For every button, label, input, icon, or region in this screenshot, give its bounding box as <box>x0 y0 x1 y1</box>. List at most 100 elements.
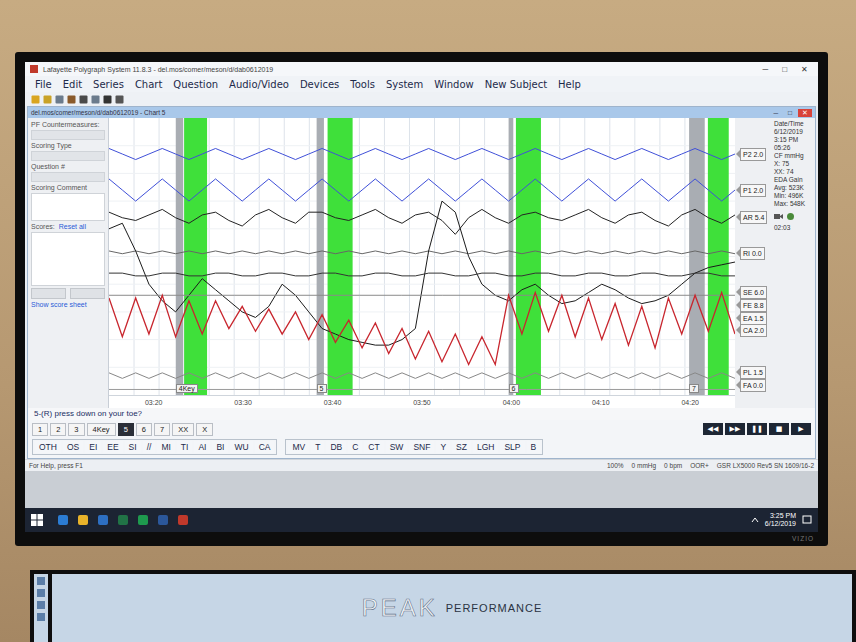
playback-button[interactable]: ▶▶ <box>725 423 745 435</box>
score-code-button[interactable]: SI <box>125 441 141 453</box>
score-code-button[interactable]: EI <box>85 441 101 453</box>
desktop-icon[interactable] <box>37 589 45 597</box>
menu-item[interactable]: Audio/Video <box>229 79 289 90</box>
series-tab[interactable]: X <box>196 423 213 436</box>
audio-icon[interactable] <box>786 212 795 221</box>
menu-item[interactable]: Series <box>93 79 124 90</box>
toolbar-icon[interactable] <box>91 95 100 104</box>
notification-icon[interactable] <box>802 515 812 525</box>
menu-item[interactable]: New Subject <box>485 79 547 90</box>
score-code-button[interactable]: C <box>348 441 362 453</box>
clock[interactable]: 3:25 PM6/12/2019 <box>765 512 796 529</box>
score-code-button[interactable]: OS <box>63 441 83 453</box>
menu-item[interactable]: Tools <box>350 79 375 90</box>
taskbar-app-icon[interactable] <box>97 514 109 526</box>
tray-chevron-icon[interactable] <box>751 516 759 524</box>
score-code-button[interactable]: MI <box>157 441 174 453</box>
score-code-button[interactable]: MV <box>288 441 309 453</box>
taskbar-app-icon[interactable] <box>57 514 69 526</box>
toolbar-icon[interactable] <box>67 95 76 104</box>
score-code-button[interactable]: BI <box>212 441 228 453</box>
channel-label[interactable]: CA 2.0 <box>740 324 767 337</box>
window-control[interactable]: ✕ <box>795 65 814 74</box>
menu-item[interactable]: System <box>386 79 423 90</box>
window-control[interactable]: □ <box>776 65 793 74</box>
window-control[interactable]: ✕ <box>798 109 812 117</box>
toolbar-icon[interactable] <box>31 95 40 104</box>
channel-label[interactable]: FA 0.0 <box>740 379 766 392</box>
channel-label[interactable]: AR 5.4 <box>740 211 767 224</box>
series-tab[interactable]: XX <box>172 423 194 436</box>
playback-button[interactable]: ■ <box>769 423 789 435</box>
toolbar-icon[interactable] <box>103 95 112 104</box>
menu-item[interactable]: Chart <box>135 79 162 90</box>
toolbar-icon[interactable] <box>115 95 124 104</box>
window-control[interactable]: ─ <box>756 65 774 74</box>
series-tab[interactable]: 6 <box>136 423 152 436</box>
desktop-icon[interactable] <box>37 577 45 585</box>
taskbar-app-icon[interactable] <box>177 514 189 526</box>
toolbar-icon[interactable] <box>43 95 52 104</box>
score-code-button[interactable]: CA <box>255 441 275 453</box>
menu-item[interactable]: Help <box>558 79 581 90</box>
score-code-button[interactable]: Y <box>436 441 450 453</box>
toolbar-icon[interactable] <box>55 95 64 104</box>
reset-link[interactable]: Reset all <box>59 223 86 230</box>
menu-item[interactable]: Window <box>434 79 473 90</box>
series-tab[interactable]: 3 <box>68 423 84 436</box>
playback-button[interactable]: ▶ <box>791 423 811 435</box>
score-code-button[interactable]: TI <box>177 441 193 453</box>
score-code-button[interactable]: SZ <box>452 441 471 453</box>
series-tab[interactable]: 2 <box>50 423 66 436</box>
score-button[interactable] <box>70 288 105 299</box>
score-code-button[interactable]: B <box>527 441 541 453</box>
channel-label[interactable]: SE 6.0 <box>740 286 767 299</box>
event-label[interactable]: 5 <box>317 384 327 393</box>
score-code-button[interactable]: OTH <box>35 441 61 453</box>
channel-label[interactable]: EA 1.5 <box>740 312 767 325</box>
windows-start-icon[interactable] <box>31 514 43 526</box>
taskbar-app-icon[interactable] <box>157 514 169 526</box>
menu-item[interactable]: Devices <box>300 79 339 90</box>
comment-field[interactable] <box>31 193 105 221</box>
score-code-button[interactable]: CT <box>364 441 383 453</box>
question-field[interactable] <box>31 172 105 182</box>
score-code-button[interactable]: EE <box>103 441 122 453</box>
series-tab[interactable]: 1 <box>32 423 48 436</box>
score-code-button[interactable]: // <box>143 441 156 453</box>
series-tab[interactable]: 5 <box>118 423 134 436</box>
score-code-button[interactable]: SW <box>386 441 408 453</box>
playback-button[interactable]: ◀◀ <box>703 423 723 435</box>
toolbar-icon[interactable] <box>79 95 88 104</box>
event-label[interactable]: 7 <box>689 384 699 393</box>
score-code-button[interactable]: SLP <box>500 441 524 453</box>
desktop-icon[interactable] <box>37 601 45 609</box>
series-tab[interactable]: 4Key <box>87 423 116 436</box>
channel-label[interactable]: RI 0.0 <box>740 247 765 260</box>
playback-button[interactable]: ❚❚ <box>747 423 767 435</box>
score-code-button[interactable]: T <box>311 441 324 453</box>
camera-icon[interactable] <box>774 212 783 221</box>
taskbar-app-icon[interactable] <box>137 514 149 526</box>
score-code-button[interactable]: AI <box>194 441 210 453</box>
show-score-sheet-link[interactable]: Show score sheet <box>31 301 105 308</box>
countermeasures-field[interactable] <box>31 130 105 140</box>
channel-label[interactable]: P2 2.0 <box>740 148 766 161</box>
score-code-button[interactable]: LGH <box>473 441 498 453</box>
score-code-button[interactable]: SNF <box>409 441 434 453</box>
score-code-button[interactable]: DB <box>326 441 346 453</box>
channel-label[interactable]: PL 1.5 <box>740 366 766 379</box>
desktop-icon[interactable] <box>37 613 45 621</box>
taskbar-app-icon[interactable] <box>117 514 129 526</box>
score-code-button[interactable]: WU <box>230 441 252 453</box>
menu-item[interactable]: Question <box>173 79 218 90</box>
menu-item[interactable]: File <box>35 79 52 90</box>
scoring-type-dropdown[interactable] <box>31 151 105 161</box>
menu-item[interactable]: Edit <box>63 79 82 90</box>
score-button[interactable] <box>31 288 66 299</box>
channel-label[interactable]: P1 2.0 <box>740 184 766 197</box>
event-label[interactable]: 6 <box>509 384 519 393</box>
event-label[interactable]: 4Key <box>176 384 198 393</box>
window-control[interactable]: ─ <box>769 109 782 117</box>
window-control[interactable]: □ <box>784 109 796 117</box>
